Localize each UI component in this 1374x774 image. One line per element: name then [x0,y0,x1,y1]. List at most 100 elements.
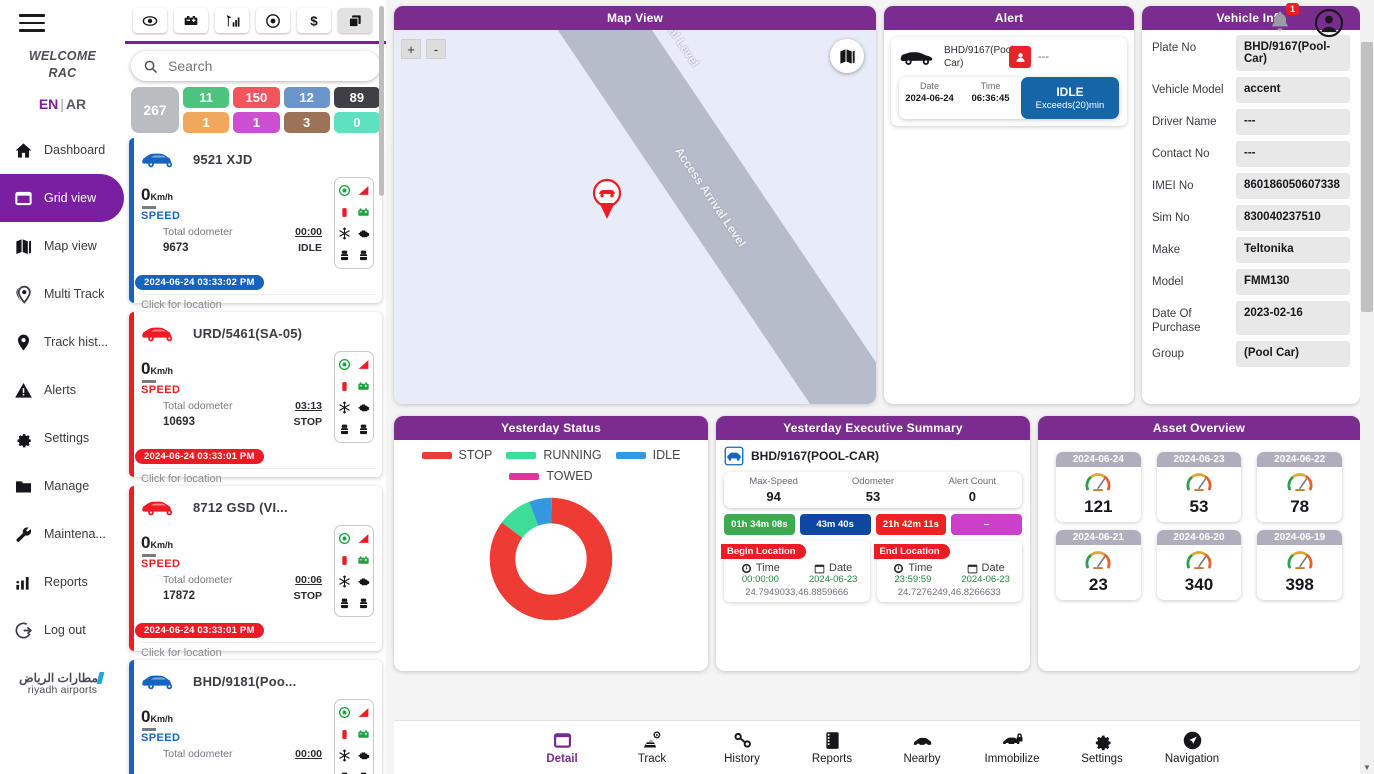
total-count-chip[interactable]: 267 [131,87,179,133]
notifications-button[interactable]: 1 [1268,2,1299,38]
legend-swatch [509,472,540,480]
end-time-header: Time [877,562,950,574]
asset-tile-grid: 2024-06-24 121 2024-06-23 53 2024-06-22 … [1056,452,1342,600]
legend-item[interactable]: TOWED [509,469,593,483]
lang-ar[interactable]: AR [66,96,86,112]
exec-duration-bar[interactable]: – [951,514,1022,535]
map-canvas[interactable]: al Level Access Arrival Level + - [394,30,876,404]
vehicle-card[interactable]: BHD/9181(Poo... 0Km/h SPEED Total odomet… [129,660,382,774]
status-donut-chart[interactable] [487,495,615,623]
status-chip-7[interactable]: 0 [333,112,380,133]
user-avatar-icon[interactable] [1314,8,1344,38]
search-box[interactable] [131,51,380,81]
vehicle-card[interactable]: 8712 GSD (VI... 0Km/h SPEED Total odomet… [129,486,382,659]
language-switcher[interactable]: EN | AR [39,96,86,112]
vehicle-card[interactable]: 9521 XJD 0Km/h SPEED Total odometer 00:0… [129,138,382,311]
sidebar-item-dashboard[interactable]: Dashboard [0,126,125,174]
vehicle-card-header: BHD/9181(Poo... [141,667,376,695]
toolbar-battery-icon[interactable] [174,8,208,33]
folder-icon [15,480,32,492]
status-chip-2[interactable]: 12 [283,87,330,108]
lang-en[interactable]: EN [39,96,58,112]
asset-tile[interactable]: 2024-06-20 340 [1156,530,1242,600]
sidebar-item-settings[interactable]: Settings [0,414,125,462]
asset-tile[interactable]: 2024-06-24 121 [1056,452,1141,522]
odometer-label: Total odometer [163,400,233,412]
vehicle-info-label: Vehicle Model [1152,84,1224,96]
exec-summary-title: Yesterday Executive Summary [716,416,1030,440]
sidebar-item-multi-track[interactable]: Multi Track [0,270,125,318]
bottom-tab-history[interactable]: History [714,730,770,765]
vehicle-list[interactable]: 9521 XJD 0Km/h SPEED Total odometer 00:0… [125,138,386,774]
alert-item[interactable]: BHD/9167(Pool-Car) --- Date 2024-06-24 T… [891,37,1127,126]
status-chip-5[interactable]: 1 [233,112,280,133]
vehicle-list-scrollbar[interactable] [379,6,384,768]
status-chip-3[interactable]: 89 [333,87,380,108]
map-icon [14,237,44,256]
vehicle-map-pin-icon[interactable] [590,178,624,220]
vehicle-info-row: Model FMM130 [1152,269,1350,295]
bottom-tab-settings[interactable]: Settings [1074,730,1130,765]
vehicle-card[interactable]: URD/5461(SA-05) 0Km/h SPEED Total odomet… [129,312,382,485]
toolbar-layers-icon[interactable] [338,8,372,33]
vehicle-speed-unit: Km/h [150,540,173,550]
map-zoom-out-button[interactable]: - [426,39,446,59]
vehicle-odometer-header: Total odometer 00:00 [141,226,334,238]
toolbar-dollar-icon[interactable]: $ [297,8,331,33]
sidebar-item-manage[interactable]: Manage [0,462,125,510]
vehicle-info-value: FMM130 [1236,269,1350,295]
legend-item[interactable]: IDLE [615,448,680,462]
sidebar-item-log-out[interactable]: Log out [0,606,125,654]
exec-duration-bar[interactable]: 43m 40s [799,514,871,535]
vehicle-list-panel: $ 267 1115012891130 9521 XJD [125,0,386,774]
vehicle-speed-block: 0Km/h SPEED [141,707,334,744]
map-zoom-in-button[interactable]: + [401,39,421,59]
status-chip-6[interactable]: 3 [283,112,330,133]
status-chip-4[interactable]: 1 [183,112,230,133]
asset-tile[interactable]: 2024-06-21 23 [1056,530,1141,600]
sidebar-item-alerts[interactable]: Alerts [0,366,125,414]
click-for-location[interactable]: Click for location [141,468,376,485]
status-chip-row: 267 11 150 12 89 1 1 3 0 [125,81,386,137]
bottom-tab-track[interactable]: Track [624,730,680,765]
signal-strength-icon [358,360,369,369]
vehicle-duration: 00:06 [295,574,322,586]
click-for-location[interactable]: Click for location [141,642,376,659]
click-for-location[interactable]: Click for location [141,294,376,311]
bottom-tab-detail[interactable]: Detail [534,730,590,765]
bottom-tab-navigation[interactable]: Navigation [1164,730,1220,765]
sidebar-item-map-view[interactable]: Map view [0,222,125,270]
sidebar-item-track-hist[interactable]: Track hist... [0,318,125,366]
status-chip-1[interactable]: 150 [233,87,280,108]
browser-scrollbar[interactable]: ▼ [1360,0,1374,774]
signal [226,14,240,27]
exec-stat-label: Odometer [851,476,895,487]
toolbar-visibility-icon[interactable] [133,8,167,33]
alert-time-header: Time [980,81,1001,91]
asset-tile[interactable]: 2024-06-19 398 [1257,530,1342,600]
scroll-down-arrow-icon[interactable]: ▼ [1360,760,1374,774]
vehicle-info-label: Contact No [1152,148,1210,160]
sidebar-item-reports[interactable]: Reports [0,558,125,606]
bottom-tab-nearby[interactable]: Nearby [894,730,950,765]
bottom-tab-reports[interactable]: Reports [804,730,860,765]
alert-status-badge[interactable]: IDLE Exceeds(20)min [1021,77,1119,119]
exec-duration-bar[interactable]: 21h 42m 11s [875,514,947,535]
sidebar-item-maintena[interactable]: Maintena... [0,510,125,558]
asset-tile[interactable]: 2024-06-22 78 [1257,452,1342,522]
scrollbar-thumb[interactable] [1361,42,1373,312]
sidebar-item-grid-view[interactable]: Grid view [0,174,124,222]
toolbar-target-icon[interactable] [256,8,290,33]
odometer-label: Total odometer [163,226,233,238]
legend-item[interactable]: RUNNING [506,448,602,462]
toolbar-signal-icon[interactable] [215,8,249,33]
asset-tile[interactable]: 2024-06-23 53 [1156,452,1242,522]
legend-item[interactable]: STOP [421,448,492,462]
hamburger-menu-icon[interactable] [18,14,45,32]
bottom-tab-immobilize[interactable]: Immobilize [984,730,1040,765]
map-layers-button[interactable] [830,39,864,73]
status-chip-0[interactable]: 11 [183,87,230,108]
donut-slice-idle[interactable] [489,497,613,621]
exec-duration-bar[interactable]: 01h 34m 08s [724,514,795,535]
search-input[interactable] [168,58,368,74]
